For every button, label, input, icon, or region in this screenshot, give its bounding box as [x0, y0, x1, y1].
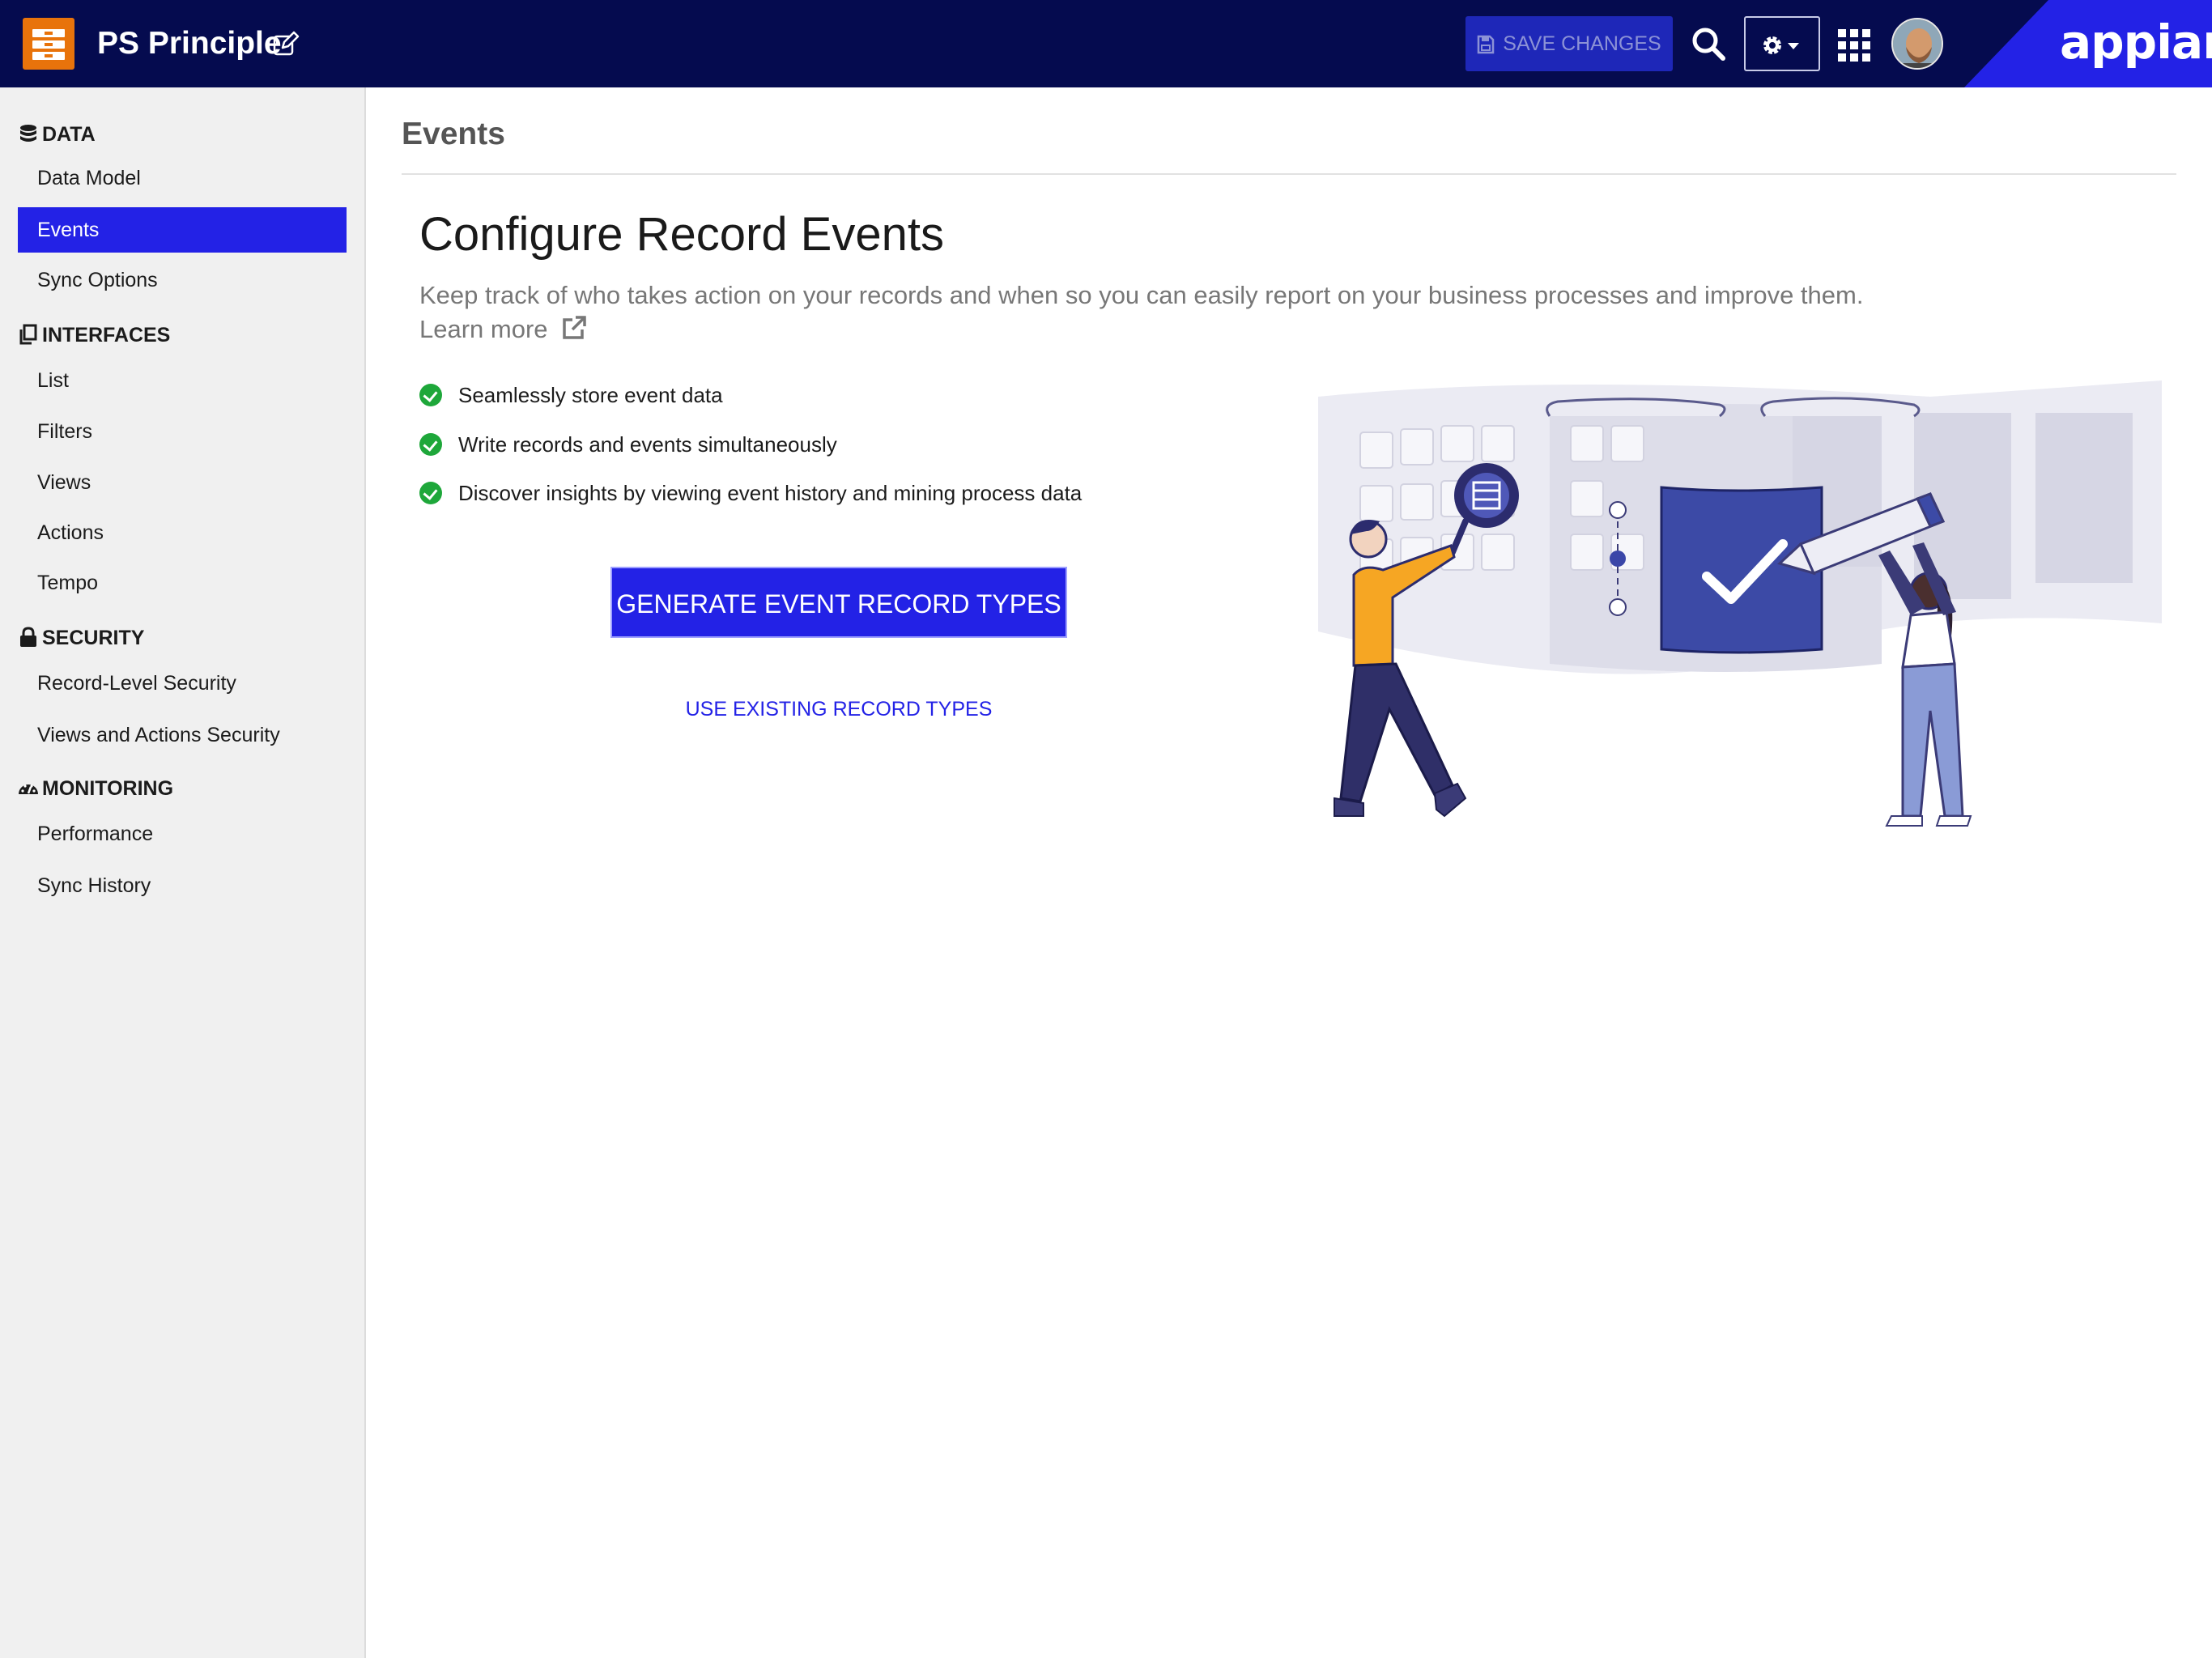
caret-down-icon: [1788, 43, 1799, 49]
sidebar-item-actions[interactable]: Actions: [18, 510, 347, 555]
events-illustration: [1318, 380, 2162, 827]
section-description: Keep track of who takes action on your r…: [419, 281, 1864, 309]
dashboard-icon: [19, 784, 38, 794]
check-circle-icon: [419, 433, 442, 456]
external-link-icon: [563, 316, 586, 339]
sidebar-section-interfaces: INTERFACES: [18, 319, 170, 351]
check-circle-icon: [419, 384, 442, 406]
app-drawer-icon[interactable]: [23, 18, 74, 70]
copy-icon: [19, 324, 37, 345]
sidebar-item-sync-history[interactable]: Sync History: [18, 863, 347, 908]
search-icon[interactable]: [1691, 26, 1726, 62]
learn-more-link[interactable]: Learn more: [419, 312, 587, 346]
apps-grid-icon[interactable]: [1838, 29, 1870, 62]
sidebar-item-list[interactable]: List: [18, 358, 347, 403]
floppy-icon: [1478, 36, 1495, 54]
app-title: PS Principle: [97, 26, 282, 61]
sidebar-item-events[interactable]: Events: [18, 207, 347, 253]
user-avatar[interactable]: [1891, 18, 1943, 70]
gear-icon: [1763, 36, 1781, 54]
generate-event-record-types-button[interactable]: GENERATE EVENT RECORD TYPES: [610, 567, 1067, 638]
sidebar-item-data-model[interactable]: Data Model: [18, 155, 347, 201]
sidebar-section-data: DATA: [18, 118, 96, 151]
sidebar-item-tempo[interactable]: Tempo: [18, 560, 347, 606]
edit-icon[interactable]: [272, 31, 300, 58]
save-changes-label: SAVE CHANGES: [1503, 32, 1661, 55]
use-existing-record-types-link[interactable]: USE EXISTING RECORD TYPES: [610, 693, 1067, 725]
sidebar-item-views[interactable]: Views: [18, 460, 347, 505]
settings-dropdown-button[interactable]: [1744, 16, 1820, 71]
sidebar-item-performance[interactable]: Performance: [18, 811, 347, 857]
sidebar-item-views-and-actions-security[interactable]: Views and Actions Security: [18, 712, 347, 758]
database-icon: [20, 125, 36, 142]
page-title: Events: [402, 117, 505, 151]
title-divider: [402, 173, 2176, 175]
top-bar: PS Principle SAVE CHANGES appia: [0, 0, 2212, 87]
appian-logo: appian: [2060, 15, 2212, 70]
sidebar-item-sync-options[interactable]: Sync Options: [18, 257, 347, 303]
check-circle-icon: [419, 482, 442, 504]
sidebar-item-record-level-security[interactable]: Record-Level Security: [18, 661, 347, 706]
sidebar-section-monitoring: MONITORING: [18, 772, 173, 805]
lock-icon: [20, 627, 36, 647]
sidebar-item-filters[interactable]: Filters: [18, 409, 347, 454]
sidebar: DATA Data Model Events Sync Options INTE…: [0, 87, 366, 1658]
sidebar-section-security: SECURITY: [18, 622, 144, 654]
save-changes-button[interactable]: SAVE CHANGES: [1465, 16, 1673, 71]
section-heading: Configure Record Events: [419, 208, 944, 261]
